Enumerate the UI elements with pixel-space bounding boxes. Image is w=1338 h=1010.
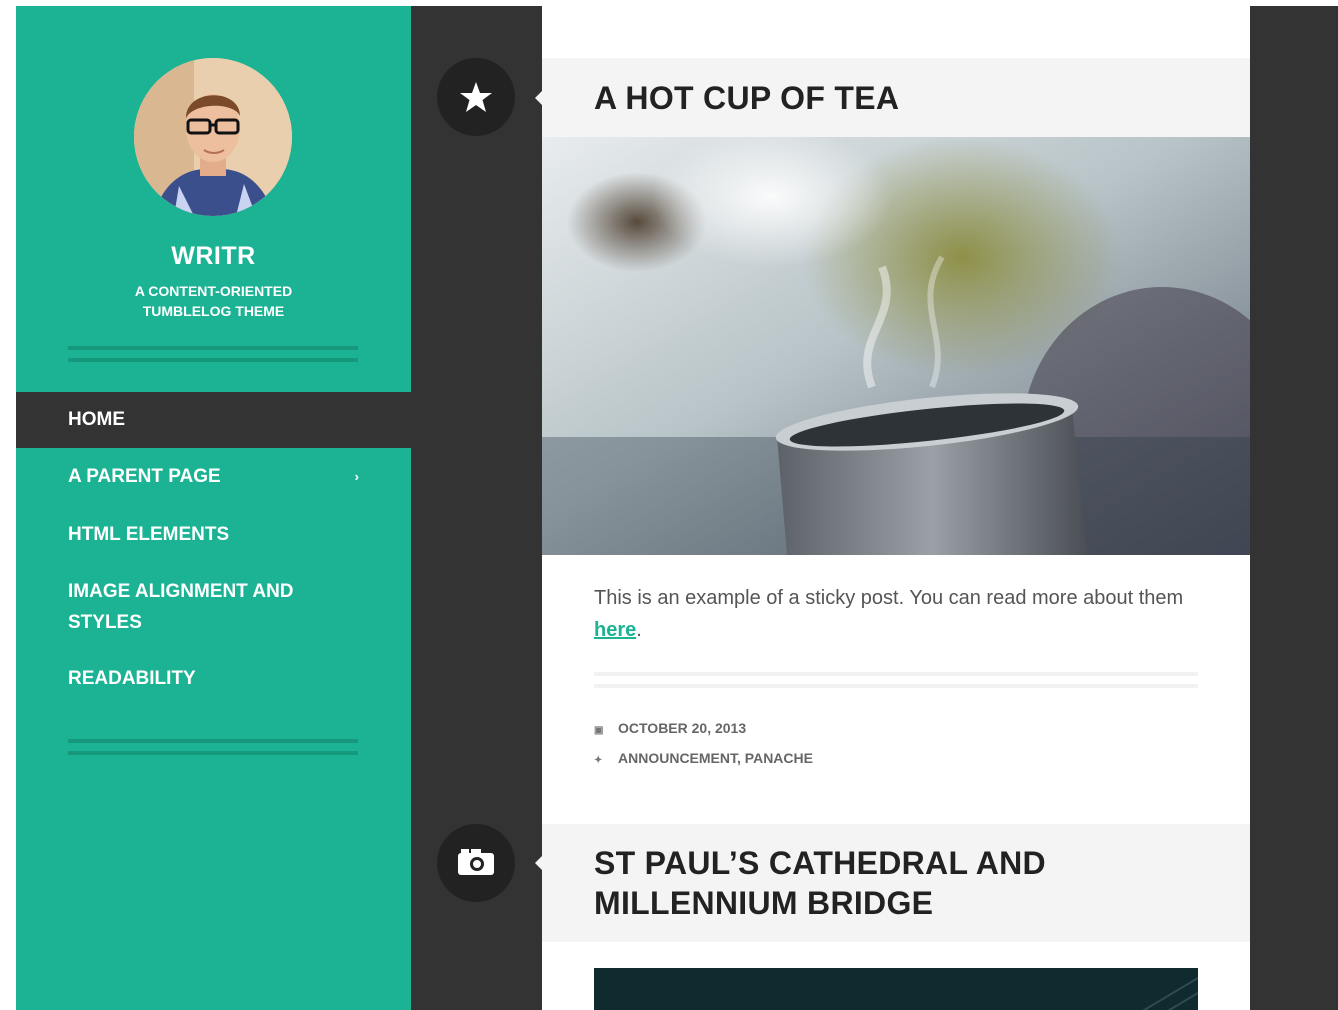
nav-item-image-alignment[interactable]: IMAGE ALIGNMENT AND STYLES bbox=[16, 564, 411, 650]
excerpt-end: . bbox=[636, 619, 642, 641]
post-header: A HOT CUP OF TEA bbox=[542, 58, 1250, 137]
post-title-line: ST PAUL’S CATHEDRAL AND bbox=[594, 845, 1046, 881]
site-title[interactable]: WRITR bbox=[16, 242, 411, 271]
sidebar-divider bbox=[68, 739, 358, 743]
nav-item-label: STYLES bbox=[68, 612, 142, 633]
post-tags: ✦ ANNOUNCEMENT, PANACHE bbox=[594, 749, 813, 770]
post-title[interactable]: ST PAUL’S CATHEDRAL AND MILLENNIUM BRIDG… bbox=[594, 843, 1046, 923]
post-date-text: OCTOBER 20, 2013 bbox=[618, 720, 747, 736]
nav-item-home[interactable]: HOME bbox=[16, 392, 411, 448]
nav-item-label: A PARENT PAGE bbox=[68, 466, 221, 487]
profile-photo-icon bbox=[134, 58, 292, 216]
nav-item-label: IMAGE ALIGNMENT AND bbox=[68, 581, 294, 602]
camera-icon[interactable] bbox=[437, 824, 515, 902]
post-tags-text[interactable]: ANNOUNCEMENT, PANACHE bbox=[618, 750, 813, 766]
post-date[interactable]: ▣ OCTOBER 20, 2013 bbox=[594, 719, 746, 740]
post-separator bbox=[594, 684, 1198, 688]
main-navigation: HOME A PARENT PAGE › HTML ELEMENTS IMAGE… bbox=[16, 392, 411, 708]
calendar-icon: ▣ bbox=[594, 725, 604, 736]
tea-cup-photo-icon bbox=[542, 137, 1250, 555]
featured-image[interactable] bbox=[542, 137, 1250, 555]
post-header: ST PAUL’S CATHEDRAL AND MILLENNIUM BRIDG… bbox=[542, 824, 1250, 942]
site-description-line: TUMBLELOG THEME bbox=[142, 303, 285, 319]
nav-item-label: HOME bbox=[68, 409, 125, 430]
nav-item-parent-page[interactable]: A PARENT PAGE › bbox=[16, 448, 411, 506]
post-separator bbox=[594, 672, 1198, 676]
sidebar-divider bbox=[68, 346, 358, 350]
post-excerpt: This is an example of a sticky post. You… bbox=[594, 582, 1214, 646]
site-description-line: A CONTENT-ORIENTED bbox=[134, 283, 293, 299]
sidebar: WRITR A CONTENT-ORIENTED TUMBLELOG THEME… bbox=[16, 6, 411, 1010]
site-description: A CONTENT-ORIENTED TUMBLELOG THEME bbox=[16, 281, 411, 321]
post-title-line: MILLENNIUM BRIDGE bbox=[594, 885, 934, 921]
star-icon[interactable] bbox=[437, 58, 515, 136]
sidebar-divider bbox=[68, 751, 358, 755]
nav-item-label: READABILITY bbox=[68, 668, 196, 689]
featured-image[interactable] bbox=[594, 968, 1198, 1010]
excerpt-link[interactable]: here bbox=[594, 619, 636, 641]
nav-item-label: HTML ELEMENTS bbox=[68, 524, 230, 545]
sidebar-divider bbox=[68, 358, 358, 362]
tag-icon: ✦ bbox=[594, 755, 603, 766]
nav-item-html-elements[interactable]: HTML ELEMENTS bbox=[16, 506, 411, 564]
nav-item-readability[interactable]: READABILITY bbox=[16, 650, 411, 708]
page-frame: WRITR A CONTENT-ORIENTED TUMBLELOG THEME… bbox=[16, 6, 1338, 1010]
post-title[interactable]: A HOT CUP OF TEA bbox=[594, 78, 899, 118]
avatar[interactable] bbox=[134, 58, 292, 216]
chevron-right-icon[interactable]: › bbox=[355, 448, 359, 506]
content-area: A HOT CUP OF TEA This is an example of a… bbox=[542, 6, 1250, 1010]
excerpt-text: This is an example of a sticky post. You… bbox=[594, 587, 1184, 609]
cathedral-photo-icon bbox=[594, 968, 1198, 1010]
